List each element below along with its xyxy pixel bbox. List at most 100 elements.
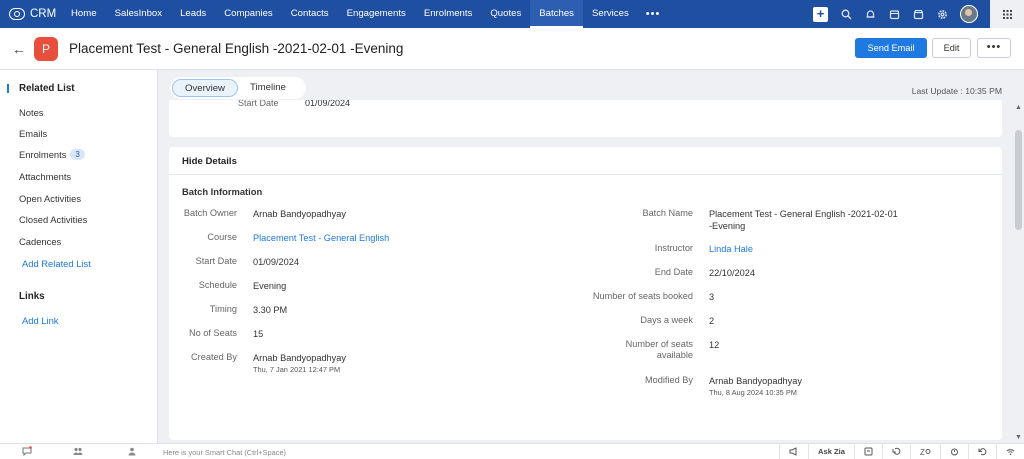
marketplace-icon[interactable] xyxy=(906,0,930,28)
field-value-batch-owner[interactable]: Arnab Bandyopadhyay xyxy=(253,208,346,220)
collapse-icon[interactable] xyxy=(7,84,10,93)
search-icon[interactable] xyxy=(834,0,858,28)
scrollbar-thumb[interactable] xyxy=(1015,130,1022,230)
divider xyxy=(169,174,1002,175)
count-badge: 3 xyxy=(70,149,85,160)
app-grid-icon[interactable] xyxy=(990,0,1024,28)
tab-overview[interactable]: Overview xyxy=(172,79,238,97)
ask-zia-button[interactable]: Ask Zia xyxy=(807,444,854,459)
svg-text:Z: Z xyxy=(920,448,925,456)
field-label-seats-booked: Number of seats booked xyxy=(592,291,693,301)
undo-icon[interactable] xyxy=(968,444,996,459)
field-value-created-by[interactable]: Arnab Bandyopadhyay xyxy=(253,352,346,364)
field-value-end-date[interactable]: 22/10/2024 xyxy=(709,267,755,279)
sidebar-item-open-activities[interactable]: Open Activities xyxy=(19,193,81,204)
record-avatar: P xyxy=(34,36,58,61)
sidebar-item-label: Cadences xyxy=(19,236,62,247)
more-actions-button[interactable]: ••• xyxy=(977,38,1011,58)
field-value-schedule[interactable]: Evening xyxy=(253,280,286,292)
nav-salesinbox[interactable]: SalesInbox xyxy=(106,0,171,28)
field-value: 01/09/2024 xyxy=(305,100,351,108)
field-value-modified-by[interactable]: Arnab Bandyopadhyay xyxy=(709,375,802,387)
bell-icon[interactable] xyxy=(858,0,882,28)
nav-leads[interactable]: Leads xyxy=(171,0,215,28)
nav-batches[interactable]: Batches xyxy=(530,0,583,28)
zia-icon[interactable]: Z xyxy=(910,444,940,459)
sidebar-item-label: Notes xyxy=(19,107,44,118)
summary-card: Start Date 01/09/2024 xyxy=(169,100,1002,137)
field-label-seats-available: Number of seats available xyxy=(625,339,693,360)
nav-enrolments[interactable]: Enrolments xyxy=(415,0,482,28)
sidebar-item-label: Enrolments xyxy=(19,149,67,160)
last-update: Last Update : 10:35 PM xyxy=(911,86,1002,96)
field-value-course[interactable]: Placement Test - General English xyxy=(253,232,389,244)
field-label-start-date: Start Date xyxy=(195,256,237,266)
gear-icon[interactable] xyxy=(930,0,954,28)
chat-icon[interactable] xyxy=(22,446,32,458)
add-related-list-link[interactable]: Add Related List xyxy=(22,258,91,269)
nav-right-tools: + xyxy=(807,0,1024,28)
details-card: Hide Details Batch Information Batch Own… xyxy=(169,147,1002,440)
sidebar-item-cadences[interactable]: Cadences xyxy=(19,236,61,247)
nav-companies[interactable]: Companies xyxy=(215,0,282,28)
view-tabs: Overview Timeline xyxy=(170,77,306,99)
add-link-link[interactable]: Add Link xyxy=(22,315,58,326)
nav-services[interactable]: Services xyxy=(583,0,638,28)
field-label-batch-owner: Batch Owner xyxy=(183,208,237,218)
back-arrow-icon[interactable]: ← xyxy=(12,41,30,57)
history-icon[interactable] xyxy=(882,444,910,459)
field-label-batch-name: Batch Name xyxy=(642,208,693,218)
notes-icon[interactable] xyxy=(854,444,882,459)
sidebar-item-emails[interactable]: Emails xyxy=(19,128,47,139)
tab-timeline[interactable]: Timeline xyxy=(238,79,298,97)
field-value-no-of-seats[interactable]: 15 xyxy=(253,328,263,340)
sidebar-item-attachments[interactable]: Attachments xyxy=(19,171,71,182)
channels-icon[interactable] xyxy=(73,446,83,458)
record-title: Placement Test - General English -2021-0… xyxy=(69,41,404,56)
field-label-no-of-seats: No of Seats xyxy=(188,328,237,338)
crm-logo[interactable]: CRM xyxy=(0,8,62,20)
sidebar-item-enrolments[interactable]: Enrolments 3 xyxy=(19,149,85,160)
user-avatar[interactable] xyxy=(960,5,978,23)
sidebar-item-label: Attachments xyxy=(19,171,72,182)
field-value-days-a-week[interactable]: 2 xyxy=(709,315,714,327)
created-timestamp: Thu, 7 Jan 2021 12:47 PM xyxy=(253,365,341,374)
announcement-icon[interactable] xyxy=(778,444,808,459)
scroll-up-icon[interactable]: ▲ xyxy=(1015,104,1022,111)
bottom-bar: Here is your Smart Chat (Ctrl+Space) Ask… xyxy=(0,443,1024,459)
smart-chat-input[interactable]: Here is your Smart Chat (Ctrl+Space) xyxy=(163,448,286,457)
nav-contacts[interactable]: Contacts xyxy=(282,0,338,28)
wifi-icon[interactable] xyxy=(996,444,1024,459)
links-heading: Links xyxy=(19,291,45,302)
sidebar-item-notes[interactable]: Notes xyxy=(19,107,44,118)
nav-more-button[interactable]: ••• xyxy=(638,8,669,20)
contacts-icon[interactable] xyxy=(127,446,137,458)
alarm-icon[interactable] xyxy=(940,444,968,459)
field-value-timing[interactable]: 3.30 PM xyxy=(253,304,287,316)
modified-timestamp: Thu, 8 Aug 2024 10:35 PM xyxy=(709,388,797,397)
related-list-label: Related List xyxy=(19,83,75,94)
send-email-button[interactable]: Send Email xyxy=(855,38,927,58)
sidebar-item-closed-activities[interactable]: Closed Activities xyxy=(19,214,87,225)
field-value-batch-name[interactable]: Placement Test - General English -2021-0… xyxy=(709,208,899,232)
hide-details-toggle[interactable]: Hide Details xyxy=(182,156,237,167)
nav-home[interactable]: Home xyxy=(62,0,106,28)
calendar-icon[interactable] xyxy=(882,0,906,28)
field-label-days-a-week: Days a week xyxy=(640,315,693,325)
edit-button[interactable]: Edit xyxy=(932,38,971,58)
nav-engagements[interactable]: Engagements xyxy=(338,0,415,28)
field-label-schedule: Schedule xyxy=(198,280,237,290)
field-value-seats-available[interactable]: 12 xyxy=(709,339,719,351)
field-value-seats-booked[interactable]: 3 xyxy=(709,291,714,303)
top-nav: CRM Home SalesInbox Leads Companies Cont… xyxy=(0,0,1024,28)
section-title: Batch Information xyxy=(182,186,263,197)
sidebar: Related List Notes Emails Enrolments 3 A… xyxy=(0,70,158,443)
bottom-tools: Ask Zia Z xyxy=(778,444,1024,459)
nav-quotes[interactable]: Quotes xyxy=(481,0,530,28)
record-header: ← P Placement Test - General English -20… xyxy=(0,28,1024,70)
create-plus-icon[interactable]: + xyxy=(813,6,828,22)
related-list-heading[interactable]: Related List xyxy=(7,83,75,94)
scroll-down-icon[interactable]: ▼ xyxy=(1015,434,1022,441)
field-value-start-date[interactable]: 01/09/2024 xyxy=(253,256,299,268)
field-value-instructor[interactable]: Linda Hale xyxy=(709,243,753,255)
